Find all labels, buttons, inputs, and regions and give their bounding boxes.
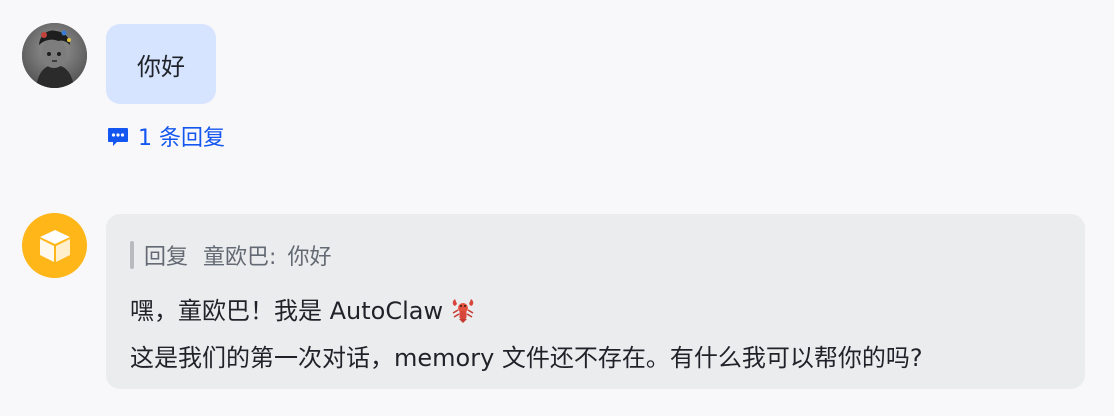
user-message-text: 你好 (137, 52, 185, 81)
quote-prefix: 回复 (144, 245, 189, 270)
user-avatar[interactable] (22, 23, 87, 88)
bot-message-line: 嘿，童欧巴！我是 AutoClaw (130, 290, 1061, 337)
quote-author: 童欧巴: (203, 245, 277, 270)
bot-avatar[interactable] (22, 213, 87, 278)
quote-text: 你好 (287, 245, 332, 270)
bot-message-line-2: 这是我们的第一次对话，memory 文件还不存在。有什么我可以帮你的吗? (130, 344, 923, 372)
thread-replies-label: 1 条回复 (138, 126, 225, 151)
user-message-bubble[interactable]: 你好 (106, 24, 216, 104)
bot-message-text: 嘿，童欧巴！我是 AutoClaw 这是我们的第一次对话，memory 文件还不… (130, 290, 1061, 379)
lobster-icon (449, 295, 477, 337)
user-avatar-photo (22, 23, 87, 88)
comment-icon (106, 124, 130, 148)
cube-icon (39, 229, 70, 262)
bot-message-bubble[interactable]: 回复 童欧巴: 你好 嘿，童欧巴！我是 AutoClaw 这是我们的第一次对话，… (106, 214, 1085, 389)
thread-replies-link[interactable]: 1 条回复 (106, 120, 225, 152)
reply-quote[interactable]: 回复 童欧巴: 你好 (130, 240, 1061, 270)
quote-bar (130, 241, 134, 269)
bot-message-line-1: 嘿，童欧巴！我是 AutoClaw (130, 297, 444, 325)
chat-thread: 你好 1 条回复 回复 童欧巴: 你好 嘿，童欧巴！我是 AutoClaw 这是… (0, 0, 1114, 416)
